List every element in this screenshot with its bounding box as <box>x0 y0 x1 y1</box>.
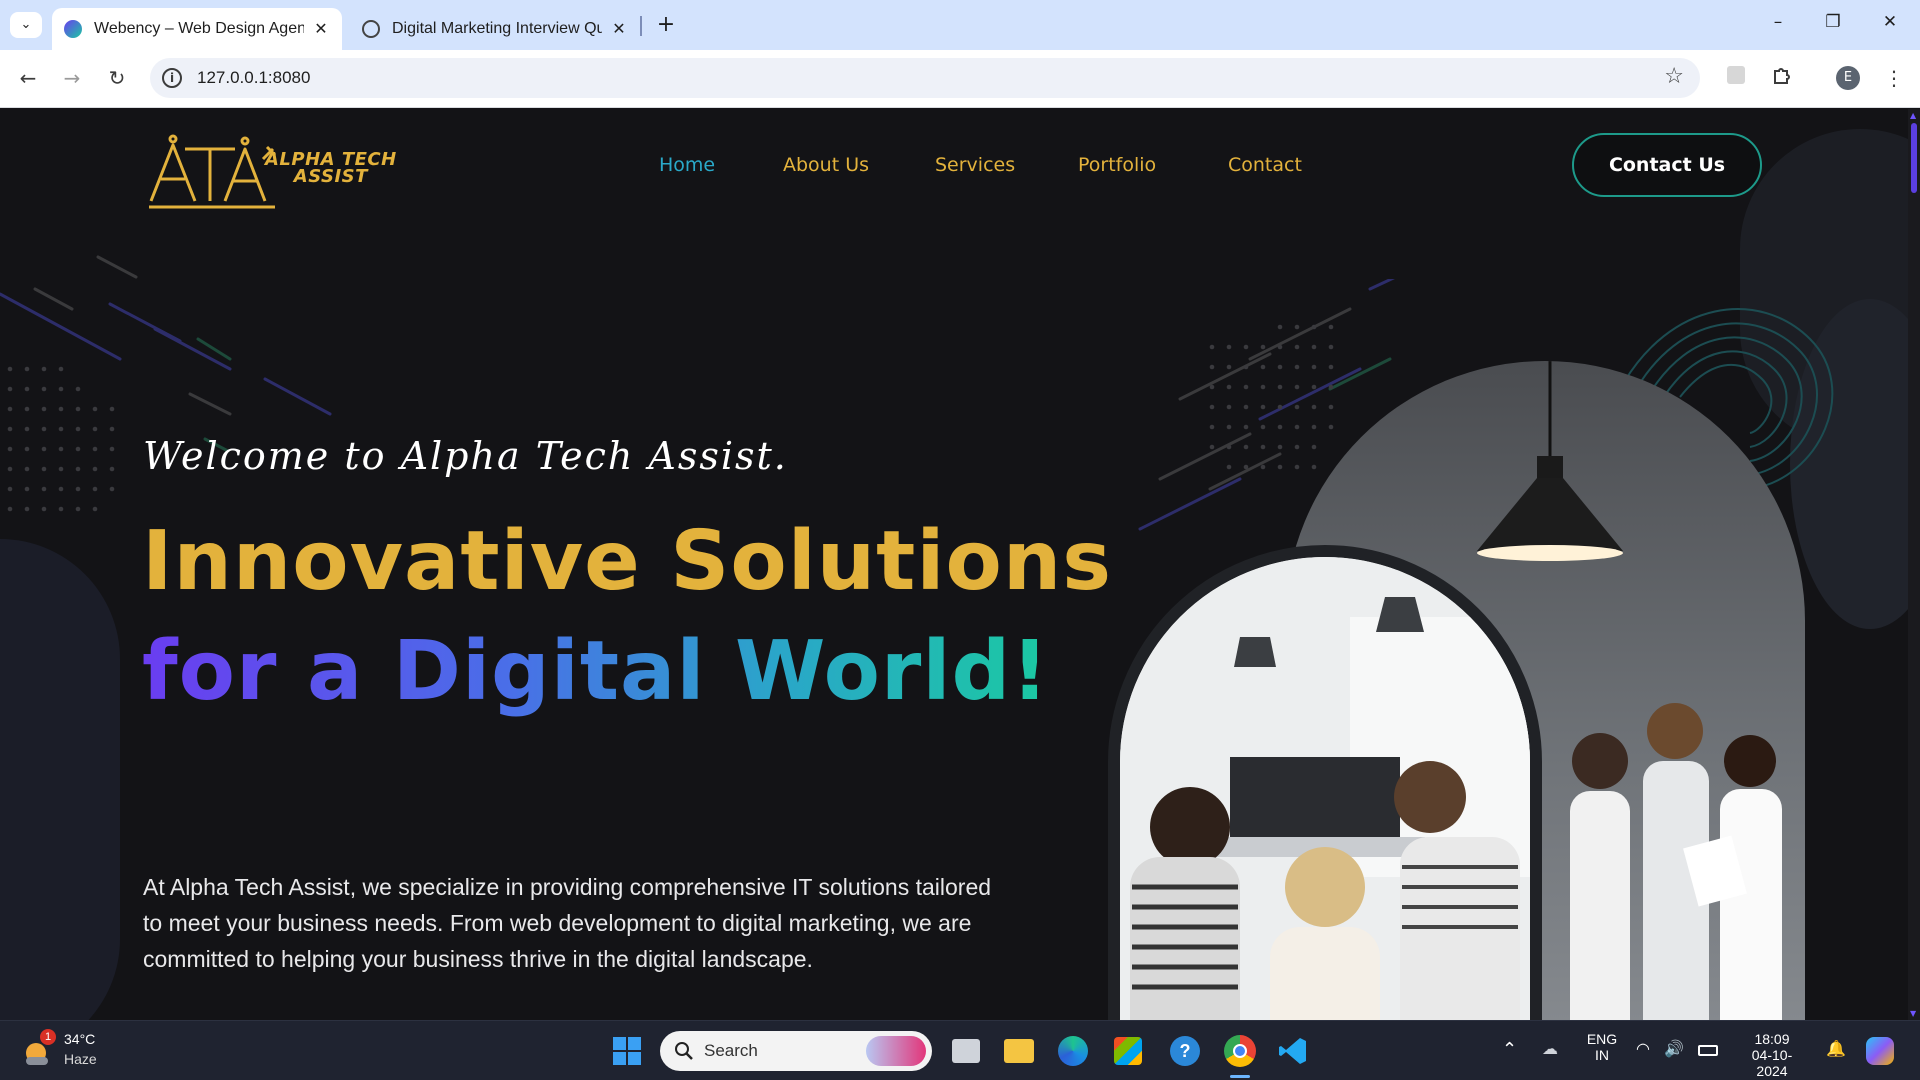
clock-time: 18:09 <box>1754 1031 1790 1047</box>
volume-icon[interactable]: 🔊 <box>1664 1039 1684 1059</box>
bg-blob-left <box>0 539 120 1020</box>
scroll-down-arrow-icon[interactable]: ▼ <box>1910 1009 1916 1018</box>
nav-services[interactable]: Services <box>935 154 1015 176</box>
scroll-up-arrow-icon[interactable]: ▲ <box>1910 111 1916 120</box>
page-scrollbar[interactable]: ▲ ▼ <box>1908 109 1920 1020</box>
browser-tab-bar: ⌄ Webency – Web Design Agency ✕ Digital … <box>0 0 1920 50</box>
hero-headline-line1: Innovative Solutions <box>142 514 1113 609</box>
address-bar[interactable]: i 127.0.0.1:8080 ☆ <box>150 58 1700 98</box>
language-indicator[interactable]: ENG IN <box>1585 1031 1619 1063</box>
contact-us-button[interactable]: Contact Us <box>1572 133 1762 197</box>
close-window-icon[interactable]: ✕ <box>1870 12 1910 32</box>
nav-home[interactable]: Home <box>659 154 715 176</box>
tab-search-dropdown-icon[interactable]: ⌄ <box>10 12 42 38</box>
windows-start-icon[interactable] <box>612 1036 642 1066</box>
vscode-icon[interactable] <box>1278 1036 1308 1066</box>
show-hidden-icons-icon[interactable]: ⌃ <box>1502 1039 1517 1060</box>
tab-title: Webency – Web Design Agency <box>94 20 304 37</box>
office-meeting-photo <box>1120 557 1530 1020</box>
bookmark-star-icon[interactable]: ☆ <box>1664 64 1684 89</box>
team-people-photo <box>1570 703 1782 1020</box>
hero-intro: At Alpha Tech Assist, we specialize in p… <box>143 869 1013 977</box>
profile-avatar[interactable]: E <box>1836 66 1860 90</box>
reload-icon[interactable]: ↻ <box>103 64 131 92</box>
search-highlight-image <box>866 1036 926 1066</box>
new-tab-icon[interactable]: + <box>652 12 680 37</box>
openai-favicon-icon <box>362 20 380 38</box>
search-icon <box>675 1042 693 1060</box>
webency-favicon-icon <box>64 20 82 38</box>
tab-digital-marketing[interactable]: Digital Marketing Interview Que ✕ <box>350 8 640 50</box>
url-text[interactable]: 127.0.0.1:8080 <box>197 68 310 88</box>
nav-about-us[interactable]: About Us <box>783 154 869 176</box>
forward-arrow-icon[interactable]: → <box>58 64 86 92</box>
restore-icon[interactable]: ❐ <box>1813 12 1853 32</box>
weather-condition[interactable]: Haze <box>64 1051 97 1067</box>
language-line2: IN <box>1595 1047 1609 1063</box>
tab-title: Digital Marketing Interview Que <box>392 20 602 37</box>
close-tab-icon[interactable]: ✕ <box>610 19 628 39</box>
chrome-browser-icon[interactable] <box>1224 1035 1256 1067</box>
page-viewport: ALPHA TECH ASSIST Home About Us Services… <box>0 109 1920 1020</box>
help-app-icon[interactable]: ? <box>1170 1036 1200 1066</box>
copilot-icon[interactable] <box>1866 1037 1894 1065</box>
back-arrow-icon[interactable]: ← <box>14 64 42 92</box>
hero-intro-line3: committed to helping your business thriv… <box>143 946 813 972</box>
extension-placeholder-icon[interactable] <box>1722 64 1750 92</box>
clock[interactable]: 18:09 04-10-2024 <box>1740 1031 1804 1079</box>
weather-badge: 1 <box>40 1029 56 1045</box>
battery-icon[interactable] <box>1698 1045 1718 1056</box>
browser-toolbar: ← → ↻ i 127.0.0.1:8080 ☆ ⋮ <box>0 50 1920 108</box>
notification-bell-icon[interactable]: 🔔 <box>1826 1039 1846 1059</box>
edge-browser-icon[interactable] <box>1058 1036 1088 1066</box>
file-explorer-icon[interactable] <box>1004 1039 1034 1063</box>
weather-temperature[interactable]: 34°C <box>64 1031 95 1047</box>
nav-contact[interactable]: Contact <box>1228 154 1302 176</box>
hero-intro-line1: At Alpha Tech Assist, we specialize in p… <box>143 874 992 900</box>
windows-taskbar: 1 34°C Haze Search ? ⌃ ☁ ENG IN ◠ 🔊 18:0… <box>0 1020 1920 1080</box>
search-label: Search <box>704 1041 758 1060</box>
more-menu-icon[interactable]: ⋮ <box>1880 64 1908 92</box>
logo-text: ALPHA TECH ASSIST <box>265 151 397 187</box>
logo-text-line2: ASSIST <box>293 166 368 187</box>
tab-separator <box>640 16 642 36</box>
hero-image-office-photo <box>1108 545 1542 1020</box>
task-view-icon[interactable] <box>952 1039 980 1063</box>
extensions-puzzle-icon[interactable] <box>1768 64 1796 92</box>
close-tab-icon[interactable]: ✕ <box>312 19 330 39</box>
hero-headline-line2: for a Digital World! <box>142 624 1050 719</box>
tab-webency[interactable]: Webency – Web Design Agency ✕ <box>52 8 342 50</box>
hero-welcome: Welcome to Alpha Tech Assist. <box>143 434 788 478</box>
minimize-icon[interactable]: – <box>1758 12 1798 32</box>
nav-portfolio[interactable]: Portfolio <box>1078 154 1156 176</box>
language-line1: ENG <box>1586 1031 1618 1047</box>
decorative-dots-left <box>7 366 115 512</box>
wifi-icon[interactable]: ◠ <box>1636 1039 1650 1059</box>
pendant-lamp-icon <box>1477 361 1623 561</box>
clock-date: 04-10-2024 <box>1751 1047 1793 1079</box>
chrome-active-indicator <box>1230 1075 1250 1078</box>
scrollbar-thumb[interactable] <box>1911 123 1917 193</box>
taskbar-search-box[interactable]: Search <box>660 1031 932 1071</box>
onedrive-cloud-icon[interactable]: ☁ <box>1542 1039 1558 1059</box>
site-info-icon[interactable]: i <box>162 68 182 88</box>
hero-intro-line2: to meet your business needs. From web de… <box>143 910 972 936</box>
microsoft-store-icon[interactable] <box>1114 1037 1142 1065</box>
